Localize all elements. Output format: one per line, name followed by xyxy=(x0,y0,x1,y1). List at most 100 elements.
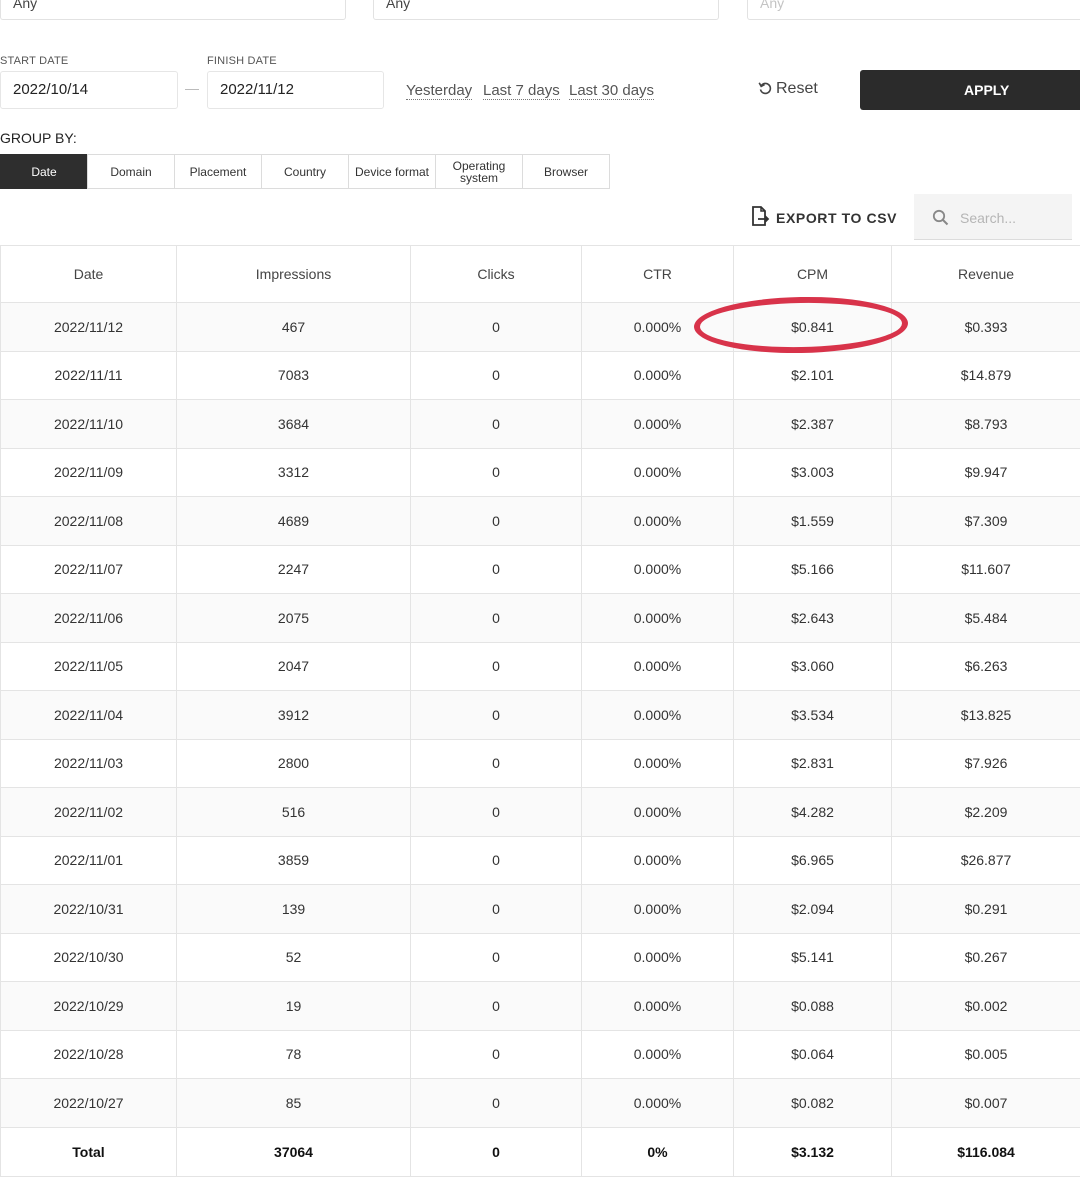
cell-cpm: $3.003 xyxy=(733,447,892,497)
cell-cpm: $2.101 xyxy=(733,350,892,400)
reset-icon xyxy=(758,82,772,95)
start-date-input[interactable]: 2022/10/14 xyxy=(0,71,178,109)
cell-cpm: $5.141 xyxy=(733,932,892,982)
cell-ctr: 0.000% xyxy=(581,302,734,352)
filter-select-1[interactable]: Any xyxy=(0,0,346,20)
cell-impressions: 139 xyxy=(176,884,411,934)
group-by-date[interactable]: Date xyxy=(0,154,88,189)
table-row: 2022/10/31 139 0 0.000% $2.094 $0.291 xyxy=(0,884,1080,934)
cell-cpm: $5.166 xyxy=(733,544,892,594)
search-box xyxy=(914,194,1072,240)
total-revenue: $116.084 xyxy=(891,1126,1080,1177)
filter-select-2[interactable]: Any xyxy=(373,0,719,20)
cell-ctr: 0.000% xyxy=(581,544,734,594)
column-header-cpm[interactable]: CPM xyxy=(733,245,892,303)
group-by-domain[interactable]: Domain xyxy=(87,154,175,189)
cell-revenue: $7.309 xyxy=(891,496,1080,546)
cell-cpm: $0.088 xyxy=(733,981,892,1031)
cell-clicks: 0 xyxy=(410,981,582,1031)
column-header-clicks[interactable]: Clicks xyxy=(410,245,582,303)
cell-date: 2022/11/02 xyxy=(0,787,177,837)
cell-ctr: 0.000% xyxy=(581,350,734,400)
table-row: 2022/10/27 85 0 0.000% $0.082 $0.007 xyxy=(0,1078,1080,1128)
export-csv-button[interactable]: EXPORT TO CSV xyxy=(750,205,897,227)
cell-revenue: $0.002 xyxy=(891,981,1080,1031)
cell-clicks: 0 xyxy=(410,787,582,837)
cell-date: 2022/11/03 xyxy=(0,738,177,788)
cell-date: 2022/11/10 xyxy=(0,399,177,449)
column-header-impressions[interactable]: Impressions xyxy=(176,245,411,303)
group-by-browser[interactable]: Browser xyxy=(522,154,610,189)
cell-ctr: 0.000% xyxy=(581,1078,734,1128)
table-row: 2022/11/12 467 0 0.000% $0.841 $0.393 xyxy=(0,302,1080,352)
cell-clicks: 0 xyxy=(410,399,582,449)
cell-date: 2022/11/09 xyxy=(0,447,177,497)
cell-impressions: 3684 xyxy=(176,399,411,449)
cell-clicks: 0 xyxy=(410,447,582,497)
cell-impressions: 4689 xyxy=(176,496,411,546)
cell-date: 2022/11/12 xyxy=(0,302,177,352)
reset-button[interactable]: Reset xyxy=(758,80,818,98)
table-body: 2022/11/12 467 0 0.000% $0.841 $0.393 2022/11/… xyxy=(0,302,1080,1128)
group-by-country[interactable]: Country xyxy=(261,154,349,189)
table-row: 2022/11/08 4689 0 0.000% $1.559 $7.309 xyxy=(0,496,1080,546)
table-row: 2022/11/10 3684 0 0.000% $2.387 $8.793 xyxy=(0,399,1080,449)
total-cpm: $3.132 xyxy=(733,1126,892,1177)
cell-revenue: $0.267 xyxy=(891,932,1080,982)
cell-ctr: 0.000% xyxy=(581,932,734,982)
apply-button[interactable]: APPLY xyxy=(860,70,1080,110)
table-row: 2022/11/11 7083 0 0.000% $2.101 $14.879 xyxy=(0,350,1080,400)
cell-revenue: $14.879 xyxy=(891,350,1080,400)
cell-clicks: 0 xyxy=(410,738,582,788)
cell-ctr: 0.000% xyxy=(581,981,734,1031)
cell-clicks: 0 xyxy=(410,544,582,594)
column-header-ctr[interactable]: CTR xyxy=(581,245,734,303)
group-by-label: GROUP BY: xyxy=(0,130,77,146)
cell-ctr: 0.000% xyxy=(581,690,734,740)
cell-impressions: 2800 xyxy=(176,738,411,788)
cell-ctr: 0.000% xyxy=(581,593,734,643)
cell-cpm: $2.387 xyxy=(733,399,892,449)
cell-revenue: $11.607 xyxy=(891,544,1080,594)
cell-ctr: 0.000% xyxy=(581,884,734,934)
cell-cpm: $1.559 xyxy=(733,496,892,546)
cell-date: 2022/11/08 xyxy=(0,496,177,546)
cell-date: 2022/11/01 xyxy=(0,835,177,885)
quick-range-last-30-days[interactable]: Last 30 days xyxy=(569,82,655,100)
cell-cpm: $6.965 xyxy=(733,835,892,885)
cell-date: 2022/10/27 xyxy=(0,1078,177,1128)
cell-revenue: $6.263 xyxy=(891,641,1080,691)
cell-cpm: $2.643 xyxy=(733,593,892,643)
search-input[interactable] xyxy=(958,206,1067,230)
total-impressions: 37064 xyxy=(176,1126,411,1177)
cell-impressions: 467 xyxy=(176,302,411,352)
group-by-operating-system[interactable]: Operating system xyxy=(435,154,523,189)
cell-revenue: $5.484 xyxy=(891,593,1080,643)
cell-impressions: 85 xyxy=(176,1078,411,1128)
table-row: 2022/10/30 52 0 0.000% $5.141 $0.267 xyxy=(0,932,1080,982)
file-export-icon xyxy=(752,206,770,226)
quick-range-yesterday[interactable]: Yesterday xyxy=(406,82,473,100)
quick-range-last-7-days[interactable]: Last 7 days xyxy=(483,82,560,100)
cell-ctr: 0.000% xyxy=(581,447,734,497)
group-by-device-format[interactable]: Device format xyxy=(348,154,436,189)
table-row: 2022/11/09 3312 0 0.000% $3.003 $9.947 xyxy=(0,447,1080,497)
filter-select-3[interactable]: Any xyxy=(747,0,1080,20)
finish-date-input[interactable]: 2022/11/12 xyxy=(207,71,384,109)
cell-cpm: $3.534 xyxy=(733,690,892,740)
filter-select-1-value: Any xyxy=(13,0,38,11)
table-row: 2022/11/02 516 0 0.000% $4.282 $2.209 xyxy=(0,787,1080,837)
cell-revenue: $0.007 xyxy=(891,1078,1080,1128)
cell-impressions: 2247 xyxy=(176,544,411,594)
cell-clicks: 0 xyxy=(410,884,582,934)
table-row: 2022/11/07 2247 0 0.000% $5.166 $11.607 xyxy=(0,544,1080,594)
cell-cpm: $3.060 xyxy=(733,641,892,691)
group-by-placement[interactable]: Placement xyxy=(174,154,262,189)
cell-impressions: 2047 xyxy=(176,641,411,691)
cell-date: 2022/10/30 xyxy=(0,932,177,982)
column-header-date[interactable]: Date xyxy=(0,245,177,303)
cell-impressions: 3912 xyxy=(176,690,411,740)
start-date-label: START DATE xyxy=(0,55,69,67)
column-header-revenue[interactable]: Revenue xyxy=(891,245,1080,303)
table-total-row: Total 37064 0 0% $3.132 $116.084 xyxy=(0,1126,1080,1177)
